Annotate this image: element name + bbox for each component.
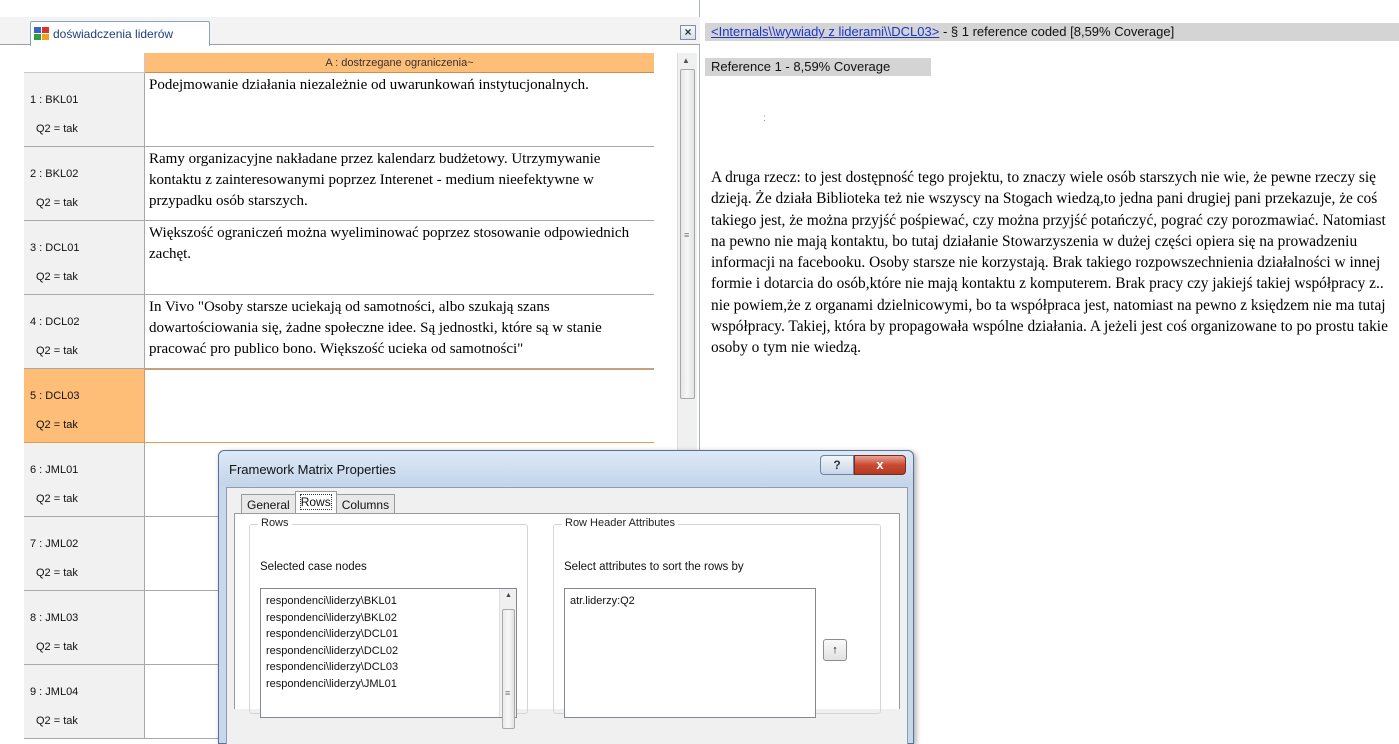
list-item[interactable]: respondenci\liderzy\DCL02 <box>261 643 499 660</box>
matrix-corner-cell <box>24 53 145 73</box>
tab-general-label: General <box>247 498 290 512</box>
row-attribute-value: Q2 = tak <box>36 123 78 135</box>
rows-tab-panel: Rows Selected case nodes respondenci\lid… <box>234 513 900 729</box>
row-attribute-value: Q2 = tak <box>36 641 78 653</box>
matrix-row[interactable]: 3 : DCL01 Q2 = tak Większość ograniczeń mo… <box>24 221 654 295</box>
attributes-group-legend: Row Header Attributes <box>562 517 679 529</box>
row-attribute-value: Q2 = tak <box>36 493 78 505</box>
row-header[interactable]: 2 : BKL02 Q2 = tak <box>24 147 145 220</box>
text-marker: : <box>763 113 766 124</box>
row-case-id: 9 : JML04 <box>30 686 79 698</box>
row-case-id: 5 : DCL03 <box>30 390 80 402</box>
row-header[interactable]: 4 : DCL02 Q2 = tak <box>24 295 145 368</box>
matrix-cell[interactable]: Ramy organizacyjne nakładane przez kalen… <box>145 147 654 220</box>
row-case-id: 6 : JML01 <box>30 464 79 476</box>
dialog-close-button[interactable]: x <box>854 455 906 475</box>
row-attribute-value: Q2 = tak <box>36 197 78 209</box>
row-header[interactable]: 9 : JML04 Q2 = tak <box>24 665 145 738</box>
tab-rows[interactable]: Rows <box>294 491 337 514</box>
tab-framework-matrix[interactable]: doświadczenia liderów <box>30 21 210 46</box>
scroll-up-arrow-icon[interactable]: ▲ <box>682 56 690 65</box>
list-item[interactable]: respondenci\liderzy\JML01 <box>261 676 499 693</box>
list-item[interactable]: respondenci\liderzy\DCL01 <box>261 626 499 643</box>
row-header[interactable]: 5 : DCL03 Q2 = tak <box>24 369 145 442</box>
tab-columns-label: Columns <box>341 498 390 512</box>
framework-matrix-icon <box>34 27 49 40</box>
matrix-cell[interactable]: Podejmowanie działania niezależnie od uw… <box>145 73 654 146</box>
scroll-up-arrow-icon[interactable]: ▲ <box>505 592 512 599</box>
reference-label: Reference 1 - 8,59% Coverage <box>705 58 931 76</box>
matrix-row[interactable]: 4 : DCL02 Q2 = tak In Vivo "Osoby starsze … <box>24 295 654 369</box>
row-header[interactable]: 8 : JML03 Q2 = tak <box>24 591 145 664</box>
grip-icon: ≡ <box>505 688 511 698</box>
row-case-id: 3 : DCL01 <box>30 242 80 254</box>
grip-icon: ≡ <box>684 230 690 240</box>
tab-rows-label: Rows <box>299 494 332 510</box>
row-header[interactable]: 1 : BKL01 Q2 = tak <box>24 73 145 146</box>
framework-matrix-properties-dialog: Framework Matrix Properties ? x General … <box>218 450 914 744</box>
row-case-id: 1 : BKL01 <box>30 94 79 106</box>
matrix-cell[interactable] <box>145 369 654 442</box>
row-attribute-value: Q2 = tak <box>36 715 78 727</box>
rows-group-legend: Rows <box>258 517 292 529</box>
scrollbar-thumb[interactable]: ≡ <box>502 609 515 729</box>
dialog-title: Framework Matrix Properties <box>229 462 396 477</box>
row-case-id: 8 : JML03 <box>30 612 79 624</box>
tab-columns[interactable]: Columns <box>335 494 396 514</box>
matrix-row[interactable]: 1 : BKL01 Q2 = tak Podejmowanie działania … <box>24 73 654 147</box>
reference-summary: - § 1 reference coded [8,59% Coverage] <box>939 24 1175 39</box>
case-node-items: respondenci\liderzy\BKL01 respondenci\lid… <box>261 593 499 692</box>
reference-source-header: <Internals\\wywiady z liderami\\DCL03> -… <box>705 23 1399 41</box>
list-item[interactable]: respondenci\liderzy\BKL01 <box>261 593 499 610</box>
dialog-tabstrip: General Rows Columns <box>241 491 396 514</box>
case-list-scrollbar[interactable]: ▲ ≡ <box>499 589 516 729</box>
row-attribute-value: Q2 = tak <box>36 345 78 357</box>
matrix-row[interactable]: 2 : BKL02 Q2 = tak Ramy organizacyjne nakł… <box>24 147 654 221</box>
rows-groupbox: Rows Selected case nodes respondenci\lid… <box>249 517 528 729</box>
row-attribute-value: Q2 = tak <box>36 271 78 283</box>
row-header[interactable]: 6 : JML01 Q2 = tak <box>24 443 145 516</box>
help-button[interactable]: ? <box>820 455 854 475</box>
selected-case-nodes-list[interactable]: respondenci\liderzy\BKL01 respondenci\lid… <box>260 588 517 729</box>
document-tab-bar: doświadczenia liderów × <box>0 17 700 46</box>
list-item[interactable]: atr.liderzy:Q2 <box>565 593 635 610</box>
row-case-id: 2 : BKL02 <box>30 168 79 180</box>
row-header[interactable]: 3 : DCL01 Q2 = tak <box>24 221 145 294</box>
row-attribute-value: Q2 = tak <box>36 567 78 579</box>
scrollbar-thumb[interactable]: ≡ <box>680 69 695 399</box>
sort-attributes-label: Select attributes to sort the rows by <box>564 561 744 573</box>
coded-passage-text[interactable]: A druga rzecz: to jest dostępność tego p… <box>711 167 1399 359</box>
attribute-items: atr.liderzy:Q2 <box>565 593 635 610</box>
sort-attributes-list[interactable]: atr.liderzy:Q2 <box>564 588 816 718</box>
row-header-attributes-groupbox: Row Header Attributes Select attributes … <box>553 517 881 718</box>
row-attribute-value: Q2 = tak <box>36 419 78 431</box>
row-header[interactable]: 7 : JML02 Q2 = tak <box>24 517 145 590</box>
list-item[interactable]: respondenci\liderzy\BKL02 <box>261 610 499 627</box>
dialog-titlebar[interactable]: Framework Matrix Properties ? x <box>219 451 913 486</box>
source-link[interactable]: <Internals\\wywiady z liderami\\DCL03> <box>711 24 939 39</box>
list-item[interactable]: respondenci\liderzy\DCL03 <box>261 659 499 676</box>
tab-label: doświadczenia liderów <box>53 27 174 41</box>
matrix-cell[interactable]: In Vivo "Osoby starsze uciekają od samot… <box>145 295 654 368</box>
row-case-id: 7 : JML02 <box>30 538 79 550</box>
selected-case-nodes-label: Selected case nodes <box>260 561 367 573</box>
close-icon[interactable]: × <box>680 25 696 40</box>
matrix-cell[interactable]: Większość ograniczeń można wyeliminować … <box>145 221 654 294</box>
row-case-id: 4 : DCL02 <box>30 316 80 328</box>
column-header[interactable]: A : dostrzegane ograniczenia~ <box>145 53 654 73</box>
tab-general[interactable]: General <box>241 494 296 514</box>
move-up-button[interactable]: ↑ <box>823 639 847 661</box>
matrix-row[interactable]: 5 : DCL03 Q2 = tak <box>24 369 654 443</box>
